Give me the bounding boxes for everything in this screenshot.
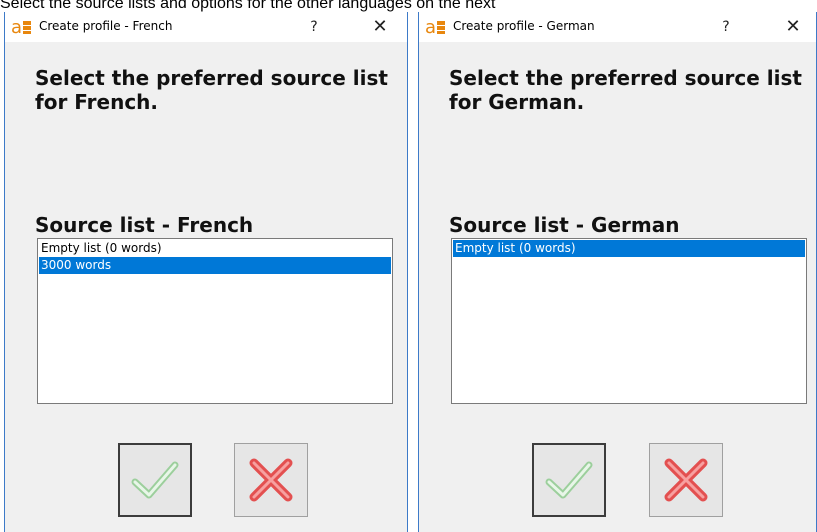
window-title: Create profile - French	[39, 19, 173, 33]
close-button[interactable]: ✕	[778, 15, 808, 39]
list-item-empty[interactable]: Empty list (0 words)	[39, 240, 391, 257]
dialog-create-profile-german: a Create profile - German ? ✕ Select the…	[418, 12, 817, 532]
source-list-label: Source list - French	[35, 213, 254, 237]
source-list-label: Source list - German	[449, 213, 680, 237]
title-bar[interactable]: a Create profile - German ? ✕	[419, 12, 816, 42]
ok-button[interactable]	[532, 443, 606, 517]
list-item-3000-words[interactable]: 3000 words	[39, 257, 391, 274]
dialog-create-profile-french: a Create profile - French ? ✕ Select the…	[4, 12, 408, 532]
help-button[interactable]: ?	[299, 15, 329, 39]
svg-text:a: a	[425, 18, 436, 36]
title-bar[interactable]: a Create profile - French ? ✕	[5, 12, 407, 42]
dialog-heading: Select the preferred source list for Ger…	[449, 66, 802, 114]
list-item-empty[interactable]: Empty list (0 words)	[453, 240, 805, 257]
cancel-button[interactable]	[649, 443, 723, 517]
app-logo-icon: a	[11, 17, 33, 38]
help-button[interactable]: ?	[711, 15, 741, 39]
svg-text:a: a	[11, 18, 22, 36]
window-title: Create profile - German	[453, 19, 595, 33]
source-listbox[interactable]: Empty list (0 words) 3000 words	[37, 238, 393, 404]
source-listbox[interactable]: Empty list (0 words)	[451, 238, 807, 404]
ok-button[interactable]	[118, 443, 192, 517]
cancel-button[interactable]	[234, 443, 308, 517]
dialog-heading: Select the preferred source list for Fre…	[35, 66, 388, 114]
close-button[interactable]: ✕	[365, 15, 395, 39]
app-logo-icon: a	[425, 17, 447, 38]
